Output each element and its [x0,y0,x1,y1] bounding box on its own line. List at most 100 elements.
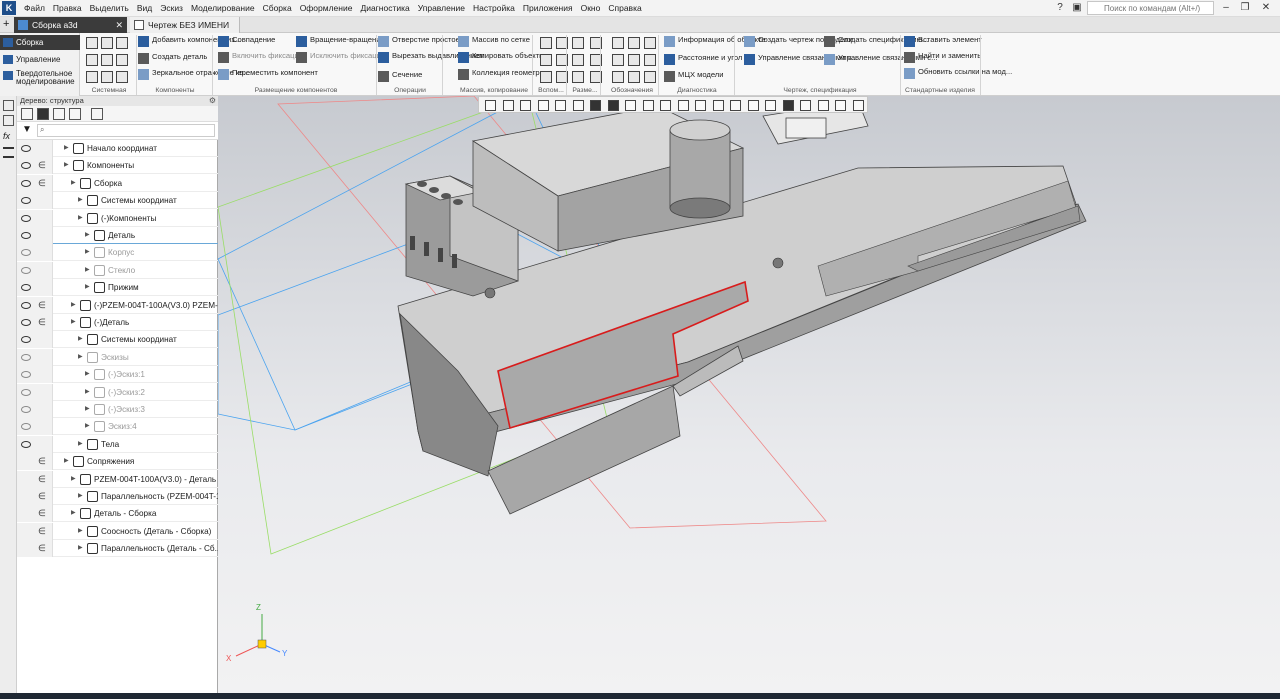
view-tool-icon[interactable] [695,100,706,111]
menu-item[interactable]: Оформление [296,3,357,13]
tool-icon[interactable] [116,37,128,49]
mode-assembly[interactable]: Сборка [0,35,80,50]
menu-item[interactable]: Правка [49,3,86,13]
tool-icon[interactable] [572,71,584,83]
expand-arrow-icon[interactable]: ▶ [71,475,76,482]
ribbon-button[interactable]: Коллекция геометрии [458,69,548,80]
tool-icon[interactable] [86,37,98,49]
tree-view-icon[interactable] [69,108,81,120]
expand-arrow-icon[interactable]: ▶ [71,509,76,516]
eye-hidden-icon[interactable] [21,266,31,274]
tree-row[interactable]: ∈ ▶ (-)Деталь [17,314,218,331]
tool-icon[interactable] [540,54,552,66]
tool-icon[interactable] [86,71,98,83]
tool-icon[interactable] [540,37,552,49]
ribbon-button[interactable]: Обновить ссылки на мод... [904,68,1012,79]
expand-arrow-icon[interactable]: ▶ [85,422,90,429]
tree-view-icon[interactable] [53,108,65,120]
3d-viewport[interactable]: Z X Y [218,96,1280,695]
view-tool-icon[interactable] [537,100,549,111]
eye-hidden-icon[interactable] [21,423,31,431]
ribbon-button[interactable]: Исключить фиксацию [296,52,387,63]
command-search-input[interactable] [1087,1,1214,15]
ribbon-button[interactable]: Вращение-вращение [296,36,385,47]
tool-icon[interactable] [86,54,98,66]
ribbon-button[interactable]: МЦХ модели [664,71,723,82]
expand-arrow-icon[interactable]: ▶ [85,283,90,290]
eye-hidden-icon[interactable] [21,353,31,361]
tree-row[interactable]: ∈ ▶ Компоненты [17,157,218,175]
expand-arrow-icon[interactable]: ▶ [78,492,83,499]
close-icon[interactable]: ✕ [115,17,123,33]
mode-management[interactable]: Управление [0,52,80,67]
expand-arrow-icon[interactable]: ▶ [85,405,90,412]
tree-row[interactable]: ▶ Корпус [17,244,218,262]
expand-arrow-icon[interactable]: ▶ [71,301,76,308]
tree-view-icon[interactable] [37,108,49,120]
eye-icon[interactable] [21,284,31,292]
view-tool-icon[interactable] [852,100,864,111]
tree-row[interactable]: ▶ (-)Компоненты [17,209,218,227]
tree-row[interactable]: ∈ ▶ Сборка [17,174,218,192]
expand-arrow-icon[interactable]: ▶ [71,179,76,186]
tree-row[interactable]: ▶ Деталь [17,227,218,244]
menu-item[interactable]: Окно [577,3,605,13]
eye-icon[interactable] [21,232,31,239]
tree-tab-icon[interactable] [3,100,14,111]
view-tool-icon[interactable] [835,100,846,111]
tool-icon[interactable] [572,54,584,66]
menu-item[interactable]: Настройка [469,3,519,13]
tree-row[interactable]: ▶ Стекло [17,261,218,279]
menu-item[interactable]: Сборка [259,3,296,13]
menu-item[interactable]: Эскиз [156,3,187,13]
expand-arrow-icon[interactable]: ▶ [78,353,83,360]
tree-row[interactable]: ▶ Системы координат [17,331,218,349]
menu-item[interactable]: Вид [133,3,156,13]
mode-solid-modeling[interactable]: Твердотельное моделирование [0,68,80,88]
include-icon[interactable]: ∈ [38,160,46,171]
tree-row[interactable]: ∈ ▶ (-)PZEM-004T-100A(V3.0) PZEM-004... [17,296,218,314]
tree-filter-input[interactable] [37,124,215,137]
view-tool-icon[interactable] [800,100,811,111]
tool-icon[interactable] [612,37,624,49]
tab-drawing[interactable]: Чертеж БЕЗ ИМЕНИ [130,17,240,33]
menu-item[interactable]: Выделить [86,3,133,13]
help-icon[interactable]: ? [1052,1,1068,15]
view-tool-icon[interactable] [555,100,566,111]
eye-icon[interactable] [21,336,31,344]
ribbon-button[interactable]: Сечение [378,71,422,82]
menu-item[interactable]: Приложения [519,3,577,13]
view-tool-icon[interactable] [485,100,496,111]
tool-icon[interactable] [644,37,656,49]
eye-hidden-icon[interactable] [21,388,31,396]
tool-icon[interactable] [644,54,656,66]
eye-icon[interactable] [21,162,31,170]
eye-hidden-icon[interactable] [21,249,31,257]
tree-row[interactable]: ∈ ▶ Сопряжения [17,453,218,471]
include-icon[interactable]: ∈ [38,508,46,519]
expand-arrow-icon[interactable]: ▶ [78,335,83,342]
close-window-icon[interactable]: ✕ [1258,1,1274,15]
tree-view-icon[interactable] [91,108,103,120]
expand-arrow-icon[interactable]: ▶ [71,318,76,325]
include-icon[interactable]: ∈ [38,474,46,485]
view-tool-icon[interactable] [660,100,671,111]
eye-hidden-icon[interactable] [21,371,31,379]
tree-row[interactable]: ∈ ▶ Соосность (Деталь - Сборка) [17,522,218,540]
tool-icon[interactable] [540,71,552,83]
app-logo-icon[interactable]: K [2,1,16,15]
view-tool-icon[interactable] [817,100,829,111]
expand-arrow-icon[interactable]: ▶ [85,266,90,273]
expand-arrow-icon[interactable]: ▶ [78,527,83,534]
include-icon[interactable]: ∈ [38,491,46,502]
include-icon[interactable]: ∈ [38,526,46,537]
ribbon-button[interactable]: Создать деталь [138,53,207,64]
tree-row[interactable]: ▶ Эскиз:4 [17,418,218,436]
view-tool-icon[interactable] [625,100,636,111]
tool-icon[interactable] [101,71,113,83]
view-tool-icon[interactable] [642,100,654,111]
filter-icon[interactable]: ▼ [22,124,32,135]
view-tool-icon[interactable] [502,100,514,111]
capacitor[interactable] [669,119,731,219]
view-tool-icon[interactable] [677,100,689,111]
